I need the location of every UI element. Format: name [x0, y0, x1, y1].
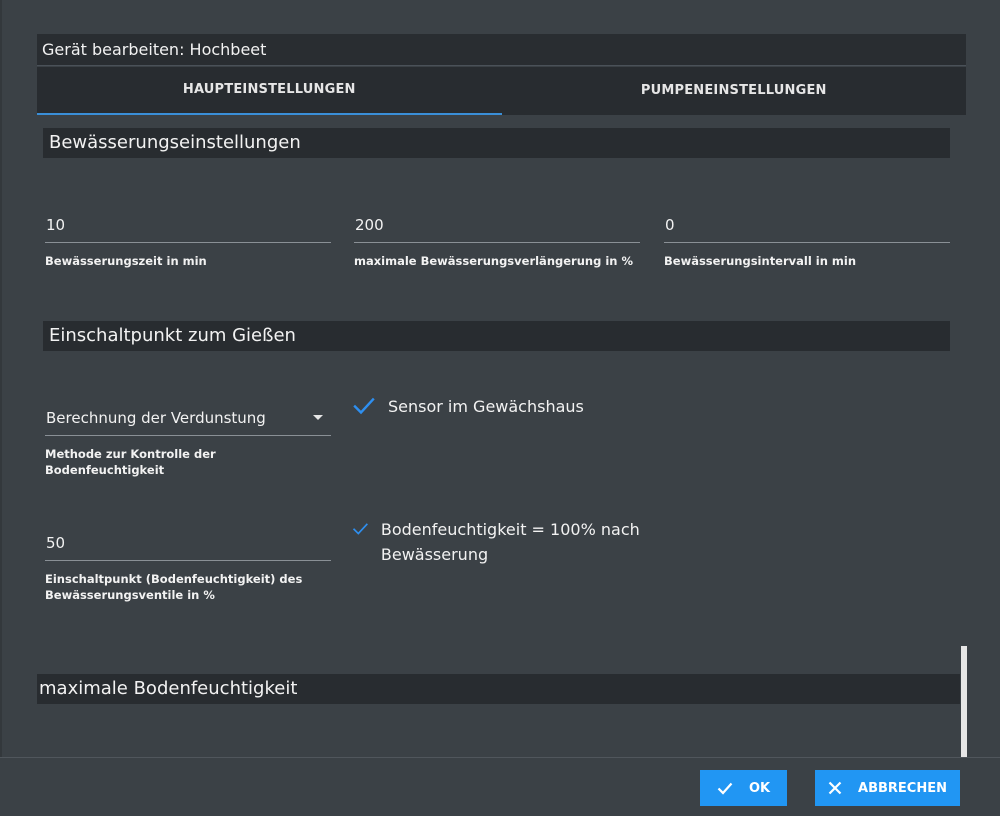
- checkbox-full-moisture-after-watering[interactable]: Bodenfeuchtigkeit = 100% nach Bewässerun…: [352, 517, 642, 567]
- caret-down-icon: [313, 415, 323, 420]
- field-threshold: 50 Einschaltpunkt (Bodenfeuchtigkeit) de…: [45, 525, 331, 603]
- check-icon: [352, 523, 368, 535]
- method-select-value: Berechnung der Verdunstung: [46, 409, 266, 427]
- tab-pump-settings[interactable]: PUMPENEINSTELLUNGEN: [502, 67, 967, 115]
- checkbox-greenhouse-sensor[interactable]: Sensor im Gewächshaus: [352, 394, 672, 419]
- check-icon: [717, 782, 733, 795]
- dialog-title: Gerät bearbeiten: Hochbeet: [37, 34, 966, 66]
- method-select-label: Methode zur Kontrolle der Bodenfeuchtigk…: [45, 447, 216, 477]
- method-select[interactable]: Berechnung der Verdunstung: [45, 400, 331, 436]
- max-extension-label: maximale Bewässerungsverlängerung in %: [354, 254, 633, 268]
- tab-bar: HAUPTEINSTELLUNGEN PUMPENEINSTELLUNGEN: [37, 67, 966, 115]
- cancel-button-label: ABBRECHEN: [858, 780, 947, 796]
- section-header-watering: Bewässerungseinstellungen: [43, 128, 950, 158]
- watering-interval-label: Bewässerungsintervall in min: [664, 254, 857, 268]
- threshold-label: Einschaltpunkt (Bodenfeuchtigkeit) des B…: [45, 572, 303, 602]
- watering-time-label: Bewässerungszeit in min: [45, 254, 207, 268]
- edit-device-dialog: Gerät bearbeiten: Hochbeet HAUPTEINSTELL…: [0, 0, 1000, 816]
- ok-button[interactable]: OK: [700, 770, 787, 806]
- field-max-extension: 200 maximale Bewässerungsverlängerung in…: [354, 207, 640, 269]
- scrollbar-thumb[interactable]: [961, 646, 967, 757]
- max-extension-input[interactable]: 200: [354, 207, 640, 243]
- threshold-input[interactable]: 50: [45, 525, 331, 561]
- close-icon: [828, 781, 842, 795]
- check-icon: [353, 397, 375, 415]
- ok-button-label: OK: [748, 780, 771, 796]
- dialog-content[interactable]: Bewässerungseinstellungen 10 Bewässerung…: [37, 115, 960, 760]
- greenhouse-sensor-label: Sensor im Gewächshaus: [388, 397, 584, 416]
- section-header-max-moisture: maximale Bodenfeuchtigkeit: [37, 674, 960, 704]
- window-edge: [0, 0, 2, 816]
- field-watering-time: 10 Bewässerungszeit in min: [45, 207, 331, 269]
- field-method-select: Berechnung der Verdunstung Methode zur K…: [45, 400, 331, 478]
- watering-time-input[interactable]: 10: [45, 207, 331, 243]
- dialog-footer: OK ABBRECHEN: [0, 757, 1000, 816]
- watering-interval-input[interactable]: 0: [664, 207, 950, 243]
- section-header-trigger: Einschaltpunkt zum Gießen: [43, 321, 950, 351]
- cancel-button[interactable]: ABBRECHEN: [815, 770, 960, 806]
- field-watering-interval: 0 Bewässerungsintervall in min: [664, 207, 950, 269]
- full-moisture-label: Bodenfeuchtigkeit = 100% nach Bewässerun…: [380, 520, 640, 564]
- tab-main-settings[interactable]: HAUPTEINSTELLUNGEN: [37, 67, 502, 115]
